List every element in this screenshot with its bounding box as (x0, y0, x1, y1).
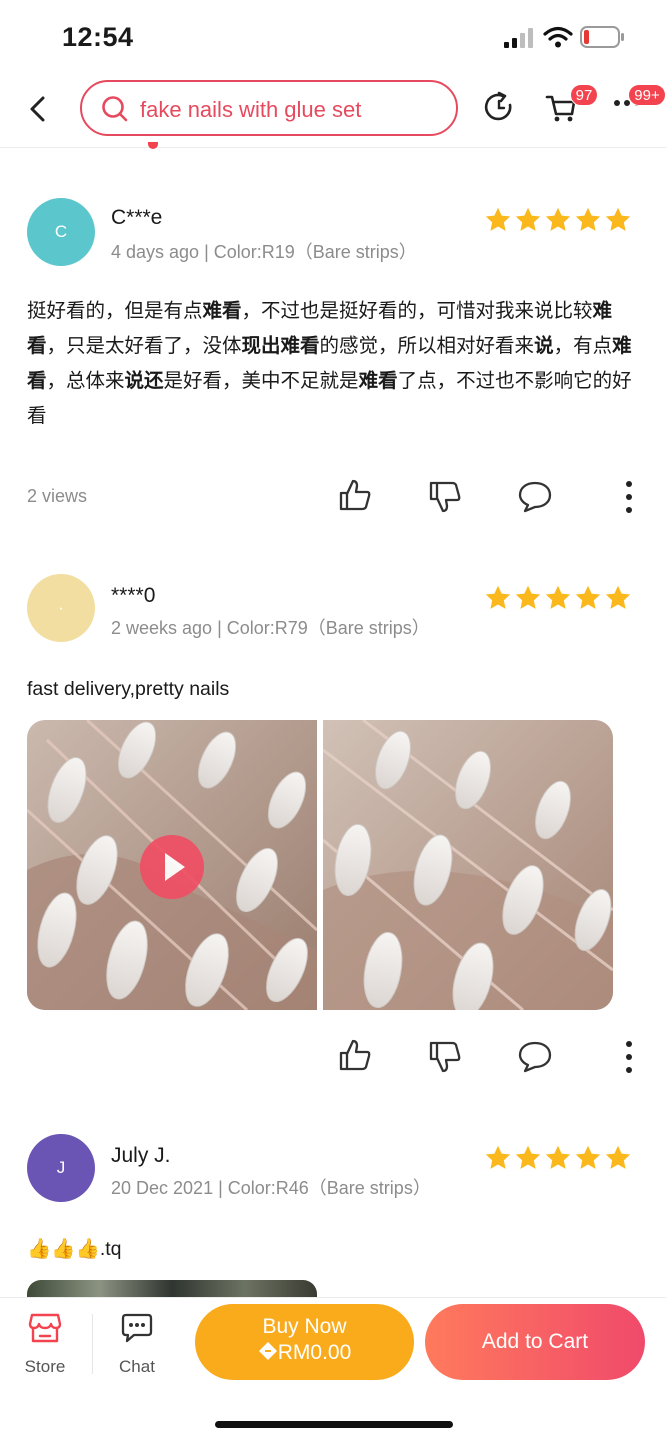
review-photo-partial[interactable] (27, 1280, 317, 1298)
chat-button[interactable]: Chat (102, 1312, 172, 1377)
review-meta: 2 weeks ago | Color:R79（Bare strips） (111, 618, 430, 638)
review-text-segment: 难看 (202, 300, 242, 322)
status-bar: 12:54 (0, 0, 666, 72)
more-options-icon[interactable] (624, 1040, 634, 1074)
review-text-segment: 说 (534, 335, 554, 357)
review-text: 挺好看的，但是有点难看，不过也是挺好看的，可惜对我来说比较难看，只是太好看了，没… (27, 294, 639, 434)
buy-now-price: RM0.00 (277, 1341, 352, 1364)
play-button-icon[interactable] (140, 835, 204, 899)
review-text-segment: ，不过也是挺好看的，可惜对我来说比较 (241, 300, 593, 322)
divider (92, 1314, 93, 1374)
avatar: J (27, 1134, 95, 1202)
star-icon (575, 1145, 601, 1169)
home-indicator (215, 1421, 453, 1428)
review-card: · ****0 2 weeks ago | Color:R79（Bare str… (0, 550, 666, 1110)
star-icon (545, 207, 571, 231)
avatar: C (27, 198, 95, 266)
voucher-icon (258, 1342, 277, 1360)
review-page: 12:54 fake nails with glue set 97 99+ C … (0, 0, 666, 1440)
search-query[interactable]: fake nails with glue set (140, 97, 361, 123)
cart-badge: 97 (570, 84, 598, 106)
thumbs-down-icon[interactable] (428, 480, 462, 514)
review-photo[interactable] (323, 720, 613, 1010)
review-text-segment: ，有点 (553, 335, 613, 357)
review-meta: 4 days ago | Color:R19（Bare strips） (111, 242, 417, 262)
buy-now-price-line: RM0.00 (195, 1341, 414, 1365)
signal-icon (504, 28, 533, 48)
star-icon (575, 207, 601, 231)
search-icon (102, 96, 128, 122)
star-icon (515, 1145, 541, 1169)
add-to-cart-button[interactable]: Add to Cart (425, 1304, 645, 1380)
review-text-segment: 的感觉，所以相对好看来 (319, 335, 535, 357)
reviewer-name: July J. (111, 1144, 171, 1167)
wifi-icon (543, 26, 573, 48)
store-label: Store (24, 1357, 66, 1376)
star-icon (605, 585, 631, 609)
store-button[interactable]: Store (10, 1312, 80, 1377)
battery-icon (580, 26, 624, 48)
review-text-segment: 是好看，美中不足就是 (163, 370, 359, 392)
comment-icon[interactable] (517, 1040, 553, 1074)
review-media (27, 720, 613, 1010)
review-text-segment: 现出难看 (241, 335, 320, 357)
chat-label: Chat (119, 1357, 155, 1376)
notification-badge: 99+ (628, 84, 666, 106)
review-text-segment: ，只是太好看了，没体 (46, 335, 242, 357)
back-arrow-icon[interactable] (26, 94, 50, 124)
chat-icon (121, 1313, 153, 1343)
comment-icon[interactable] (517, 480, 553, 514)
buy-now-label: Buy Now (262, 1315, 347, 1338)
star-rating (484, 1144, 634, 1172)
star-icon (575, 585, 601, 609)
bottom-action-bar: Store Chat Buy Now RM0.00 Add to Cart (0, 1297, 666, 1440)
reviewer-name: C***e (111, 206, 163, 229)
more-options-icon[interactable] (624, 480, 634, 514)
star-icon (485, 207, 511, 231)
review-text-segment: 难看 (358, 370, 398, 392)
review-text-segment: ，总体来 (46, 370, 125, 392)
review-text: 👍👍👍.tq (27, 1238, 122, 1260)
reviewer-name: ****0 (111, 584, 156, 607)
store-icon (28, 1313, 62, 1343)
buy-now-button[interactable]: Buy Now RM0.00 (195, 1304, 414, 1380)
star-icon (485, 585, 511, 609)
thumbs-up-icon[interactable] (338, 478, 372, 512)
avatar: · (27, 574, 95, 642)
view-count: 2 views (27, 486, 88, 506)
star-icon (545, 1145, 571, 1169)
review-text-segment: 说还 (124, 370, 164, 392)
star-icon (515, 207, 541, 231)
star-rating (484, 584, 634, 612)
thumbs-up-icon[interactable] (338, 1038, 372, 1072)
review-text: fast delivery,pretty nails (27, 678, 230, 700)
review-card: J July J. 20 Dec 2021 | Color:R46（Bare s… (0, 1110, 666, 1300)
review-text-segment: 挺好看的，但是有点 (27, 300, 203, 322)
top-nav: fake nails with glue set 97 99+ (0, 72, 666, 148)
star-icon (485, 1145, 511, 1169)
star-icon (605, 207, 631, 231)
review-card: C C***e 4 days ago | Color:R19（Bare stri… (0, 150, 666, 550)
star-icon (515, 585, 541, 609)
star-icon (605, 1145, 631, 1169)
review-meta: 20 Dec 2021 | Color:R46（Bare strips） (111, 1178, 431, 1198)
star-rating (484, 206, 634, 234)
thumbs-down-icon[interactable] (428, 1040, 462, 1074)
clock: 12:54 (62, 22, 134, 52)
refresh-icon[interactable] (482, 90, 516, 124)
search-bar[interactable]: fake nails with glue set (80, 80, 458, 136)
star-icon (545, 585, 571, 609)
